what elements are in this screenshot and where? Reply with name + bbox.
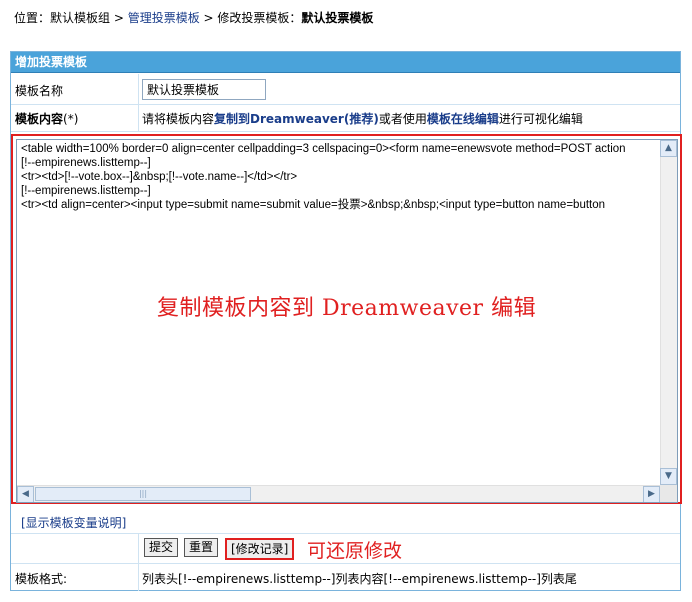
format-value: 列表头[!--empirenews.listtemp--]列表内容[!--emp… — [142, 572, 577, 586]
panel-title: 增加投票模板 — [11, 52, 680, 73]
show-vars-row: [显示模板变量说明] — [11, 507, 680, 534]
copy-annotation: 复制模板内容到 Dreamweaver 编辑 — [157, 296, 537, 321]
editor-hint: 请将模板内容复制到Dreamweaver(推荐)或者使用模板在线编辑进行可视化编… — [142, 112, 583, 126]
template-content-row: 模板内容(*) 请将模板内容复制到Dreamweaver(推荐)或者使用模板在线… — [11, 105, 680, 132]
template-name-label: 模板名称 — [15, 84, 64, 98]
editor-highlight-box: <table width=100% border=0 align=center … — [11, 134, 682, 504]
scroll-left-icon[interactable]: ◀ — [17, 486, 34, 502]
scroll-up-icon[interactable]: ▲ — [660, 140, 677, 157]
modify-log-button[interactable]: [修改记录] — [225, 538, 295, 560]
template-name-input[interactable] — [142, 79, 266, 100]
template-name-row: 模板名称 — [11, 74, 680, 105]
scroll-down-icon[interactable]: ▼ — [660, 468, 677, 485]
breadcrumb-current: 默认投票模板 — [301, 11, 374, 25]
breadcrumb-prefix: 位置：默认模板组 > — [14, 11, 128, 25]
actions-row: 提交 重置 [修改记录] 可还原修改 — [11, 534, 680, 564]
vertical-scrollbar[interactable]: ▲ ▼ — [660, 140, 677, 485]
online-edit-link[interactable]: 模板在线编辑 — [427, 112, 499, 126]
restore-annotation: 可还原修改 — [307, 540, 403, 562]
format-label: 模板格式: — [15, 572, 68, 586]
show-template-vars-link[interactable]: [显示模板变量说明] — [21, 514, 126, 531]
copy-to-dreamweaver-link[interactable]: 复制到Dreamweaver(推荐) — [214, 112, 379, 126]
manage-templates-link[interactable]: 管理投票模板 — [128, 11, 200, 25]
template-content-label: 模板内容(*) — [15, 112, 79, 126]
breadcrumb-middle: > 修改投票模板： — [199, 11, 302, 25]
breadcrumb: 位置：默认模板组 > 管理投票模板 > 修改投票模板：默认投票模板 — [14, 9, 373, 26]
scroll-right-icon[interactable]: ▶ — [643, 486, 660, 502]
reset-button[interactable]: 重置 — [184, 538, 219, 557]
template-content-textarea[interactable]: <table width=100% border=0 align=center … — [16, 139, 678, 503]
scroll-corner — [660, 485, 677, 502]
horizontal-scroll-thumb[interactable]: ||| — [35, 487, 251, 501]
submit-button[interactable]: 提交 — [144, 538, 179, 557]
required-mark: (*) — [63, 112, 79, 126]
horizontal-scrollbar[interactable]: ◀ ||| ▶ — [17, 485, 660, 502]
template-panel: 增加投票模板 模板名称 模板内容(*) 请将模板内容复制到Dreamweaver… — [10, 51, 682, 591]
format-row: 模板格式: 列表头[!--empirenews.listtemp--]列表内容[… — [11, 564, 680, 591]
